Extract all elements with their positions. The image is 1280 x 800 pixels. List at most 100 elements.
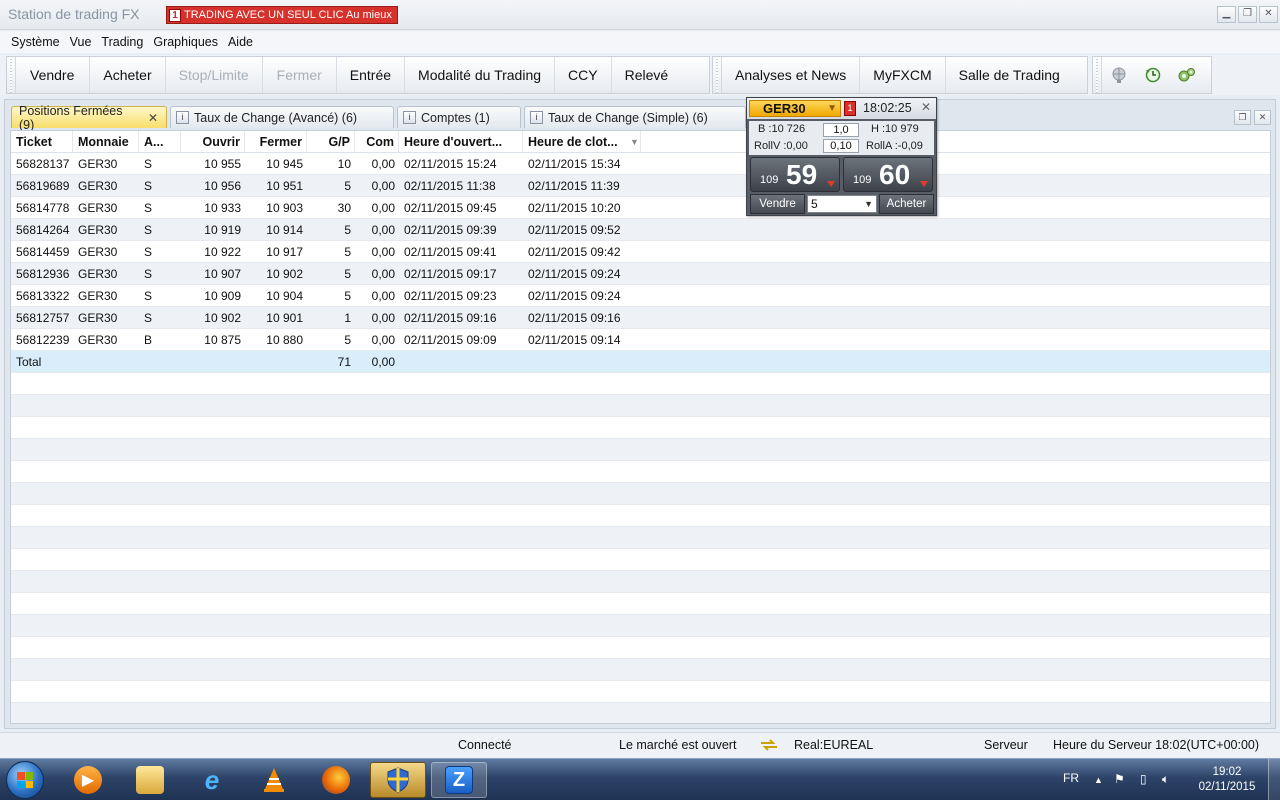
vlc-taskbar-button[interactable] [246,762,302,798]
trading-room-button[interactable]: Salle de Trading [946,57,1073,93]
table-row[interactable]: 56813322 GER30 S 10 909 10 904 5 0,00 02/11/201… [11,285,1270,307]
tab-accounts[interactable]: i Comptes (1) [397,106,521,128]
menu-bar: Système Vue Trading Graphiques Aide [0,31,1280,53]
one-click-trading-badge[interactable]: 1 TRADING AVEC UN SEUL CLIC Au mieux [166,6,398,24]
cell-pl: 30 [337,200,351,215]
table-row[interactable]: 56814778 GER30 S 10 933 10 903 30 0,00 02/11/20… [11,197,1270,219]
menu-trading[interactable]: Trading [96,35,148,49]
trading-mode-button[interactable]: Modalité du Trading [405,57,556,93]
menu-graphiques[interactable]: Graphiques [148,35,223,49]
myfxcm-button[interactable]: MyFXCM [860,57,946,93]
chevron-down-icon: ▼ [827,103,837,114]
sort-descending-icon[interactable]: ▼ [625,131,639,152]
connection-status: Connecté [458,738,512,752]
empty-row [11,593,1270,615]
cell-side: S [144,156,153,171]
toolbar-grip[interactable] [713,57,722,93]
cell-close: 10 904 [266,288,303,303]
cell-ticket: 56814778 [16,200,70,215]
table-row[interactable]: 56819689 GER30 S 10 956 10 951 5 0,00 02/11/201… [11,175,1270,197]
stop-limit-button[interactable]: Stop/Limite [166,57,263,93]
media-player-taskbar-button[interactable]: ▶ [60,762,116,798]
column-header-open-time[interactable]: Heure d'ouvert... [399,131,523,152]
symbol-selector[interactable]: GER30 ▼ [749,100,841,117]
internet-explorer-icon: e [204,764,220,795]
language-indicator[interactable]: FR [1063,771,1079,785]
cell-currency: GER30 [78,266,118,281]
empty-row [11,461,1270,483]
ticket-info: B :10 726 1,0 H :10 979 RollV :0,00 0,10… [749,121,934,155]
volume-icon[interactable]: 🔈︎ [1162,772,1169,787]
cell-close-time: 02/11/2015 09:42 [528,244,621,259]
sell-price-pips: 59 [786,159,818,190]
menu-systeme[interactable]: Système [6,35,65,49]
close-icon[interactable]: ✕ [918,100,934,116]
ticket-buy-button[interactable]: Acheter [879,194,934,214]
table-row[interactable]: 56812757 GER30 S 10 902 10 901 1 0,00 02/11/201… [11,307,1270,329]
media-player-icon: ▶ [74,766,102,794]
tray-expand-icon[interactable]: ▲ [1094,775,1103,785]
ticket-sell-button[interactable]: Vendre [750,194,805,214]
panel-restore-button[interactable]: ❐ [1234,110,1251,125]
cell-commission: 0,00 [371,222,395,237]
table-row[interactable]: 56812936 GER30 S 10 907 10 902 5 0,00 02/11/201… [11,263,1270,285]
table-row[interactable]: 56812239 GER30 B 10 875 10 880 5 0,00 02/11/201… [11,329,1270,351]
globe-icon[interactable] [1102,57,1136,93]
buy-price-button[interactable]: 109 60 [843,157,933,192]
tab-close-icon[interactable]: ✕ [148,111,158,125]
table-row[interactable]: 56814264 GER30 S 10 919 10 914 5 0,00 02/11/201… [11,219,1270,241]
minimize-button[interactable]: ▁ [1217,6,1236,23]
cell-currency: GER30 [78,332,118,347]
statement-button[interactable]: Relevé [612,57,682,93]
tab-advanced-rates[interactable]: i Taux de Change (Avancé) (6) [170,106,394,128]
toolbar-grip[interactable] [1093,57,1102,93]
sell-button[interactable]: Vendre [16,57,91,93]
column-header-commission[interactable]: Com [355,131,399,152]
ccy-button[interactable]: CCY [555,57,612,93]
cell-pl: 10 [337,156,351,171]
cell-close: 10 901 [266,310,303,325]
entry-button[interactable]: Entrée [337,57,406,93]
restore-button[interactable]: ❐ [1238,6,1257,23]
empty-row [11,571,1270,593]
start-button[interactable] [6,761,44,799]
buy-button[interactable]: Acheter [90,57,166,93]
lot-size-select[interactable]: 5 ▼ [807,195,877,213]
trading-station-icon: Z [445,766,473,794]
column-header-close[interactable]: Fermer [245,131,307,152]
show-desktop-button[interactable] [1268,759,1280,800]
column-header-open[interactable]: Ouvrir [181,131,245,152]
column-header-currency[interactable]: Monnaie [73,131,139,152]
table-row[interactable]: 56828137 GER30 S 10 955 10 945 10 0,00 02/11/20… [11,153,1270,175]
clock-refresh-icon[interactable] [1136,57,1170,93]
battery-icon[interactable]: ▯ [1140,772,1147,786]
explorer-taskbar-button[interactable] [122,762,178,798]
column-header-side[interactable]: A... [139,131,181,152]
sell-price-button[interactable]: 109 59 [750,157,840,192]
firefox-taskbar-button[interactable] [308,762,364,798]
toolbar-trading-group: Vendre Acheter Stop/Limite Fermer Entrée… [6,56,710,94]
cell-open-time: 02/11/2015 09:39 [404,222,497,237]
cell-side: B [144,332,153,347]
gears-icon[interactable] [1170,57,1204,93]
panel-close-button[interactable]: ✕ [1254,110,1271,125]
column-header-pl[interactable]: G/P [307,131,355,152]
badge-number: 1 [169,8,181,22]
close-button[interactable]: ✕ [1259,6,1278,23]
tab-simple-rates[interactable]: i Taux de Change (Simple) (6) [524,106,746,128]
table-row[interactable]: 56814459 GER30 S 10 922 10 917 5 0,00 02/11/201… [11,241,1270,263]
security-taskbar-button[interactable] [370,762,426,798]
ie-taskbar-button[interactable]: e [184,762,240,798]
column-header-ticket[interactable]: Ticket [11,131,73,152]
news-analysis-button[interactable]: Analyses et News [722,57,861,93]
column-header-close-time[interactable]: Heure de clot... [523,131,641,152]
tab-closed-positions[interactable]: Positions Fermées (9) ✕ [11,104,167,132]
close-position-button[interactable]: Fermer [263,57,337,93]
menu-aide[interactable]: Aide [223,35,258,49]
trading-station-taskbar-button[interactable]: Z [431,762,487,798]
menu-vue[interactable]: Vue [65,35,97,49]
flag-icon[interactable]: ⚑ [1114,772,1125,786]
toolbar-grip[interactable] [7,57,16,93]
taskbar-clock[interactable]: 19:02 02/11/2015 [1192,765,1262,795]
tab-label: Taux de Change (Simple) (6) [548,110,708,125]
